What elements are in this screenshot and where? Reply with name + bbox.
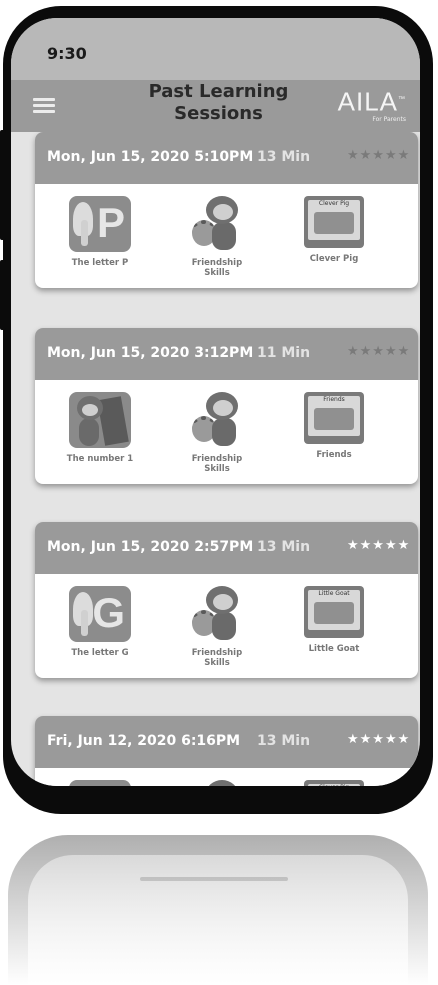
phone-side-button: [0, 130, 6, 240]
session-card[interactable]: Fri, Jun 12, 2020 6:16PM 13 Min ★★★★★ PThe …: [35, 716, 418, 786]
letter-glyph: P: [96, 199, 125, 246]
activity-label: Friendship Skills: [162, 258, 272, 278]
activity-item[interactable]: Clever Pig Clever Pig: [279, 196, 389, 264]
session-date: Mon, Jun 15, 2020 2:57PM: [47, 539, 254, 555]
letter-lesson-thumbnail: P: [69, 196, 131, 252]
activity-label: The letter P: [45, 258, 155, 268]
session-card[interactable]: Mon, Jun 15, 2020 3:12PM 11 Min ★★★★★ The n…: [35, 328, 418, 484]
activity-label: Friends: [279, 450, 389, 460]
page-title-line1: Past Learning: [148, 81, 289, 102]
activity-item[interactable]: Little Goat Little Goat: [279, 586, 389, 654]
session-duration: 11 Min: [257, 345, 311, 361]
activity-label-line1: The letter G: [71, 648, 129, 658]
phone-reflection: [8, 835, 428, 985]
activity-item[interactable]: Friends Friends: [279, 392, 389, 460]
activity-label-line1: Friends: [316, 450, 352, 460]
hamburger-menu-icon[interactable]: [33, 98, 55, 113]
session-card-header: Mon, Jun 15, 2020 5:10PM 13 Min ★★★★★: [35, 132, 418, 184]
activity-label-line1: Friendship: [191, 648, 243, 658]
book-cover-title: Clever Pig: [304, 784, 364, 786]
friendship-skills-thumbnail: [186, 586, 248, 642]
activity-label: Friendship Skills: [162, 454, 272, 474]
session-date: Mon, Jun 15, 2020 3:12PM: [47, 345, 254, 361]
brand-name: AILA: [337, 86, 398, 117]
activity-label-line1: The letter P: [71, 258, 129, 268]
friendship-skills-thumbnail: [186, 196, 248, 252]
app-screen: 9:30 Past Learning Sessions AILA™ For Pa…: [11, 18, 420, 786]
activity-label: The number 1: [45, 454, 155, 464]
activity-label-line1: The number 1: [66, 454, 134, 464]
session-card[interactable]: Mon, Jun 15, 2020 2:57PM 13 Min ★★★★★ G The …: [35, 522, 418, 678]
session-card-header: Fri, Jun 12, 2020 6:16PM 13 Min ★★★★★: [35, 716, 418, 768]
activity-item[interactable]: P The letter P: [45, 196, 155, 268]
activity-label: Clever Pig: [279, 254, 389, 264]
activity-item[interactable]: G The letter G: [45, 586, 155, 658]
session-duration: 13 Min: [257, 539, 311, 555]
friendship-skills-thumbnail: [186, 392, 248, 448]
activity-label-line1: Little Goat: [308, 644, 360, 654]
activity-item[interactable]: Clever PigClever Pig: [279, 780, 389, 786]
book-cover-thumbnail: Little Goat: [304, 586, 364, 638]
activity-label-line1: Friendship: [191, 454, 243, 464]
session-date: Mon, Jun 15, 2020 5:10PM: [47, 149, 254, 165]
star-rating-icon: ★★★★★: [347, 344, 411, 359]
book-cover-title: Little Goat: [318, 590, 350, 597]
activity-item[interactable]: FriendshipSkills: [162, 196, 272, 278]
number-lesson-thumbnail: [69, 392, 131, 448]
activity-item[interactable]: FriendshipSkills: [162, 780, 272, 786]
letter-lesson-thumbnail: G: [69, 586, 131, 642]
activity-item[interactable]: FriendshipSkills: [162, 392, 272, 474]
session-duration: 13 Min: [257, 149, 311, 165]
session-activities: G The letter G Friendship Skills Little Goat…: [35, 586, 418, 676]
activity-label-line1: Friendship: [191, 258, 243, 268]
activity-label-line2: Skills: [204, 268, 230, 278]
session-activities: The number 1 Friendship Skills Friends Frien…: [35, 392, 418, 482]
letter-lesson-thumbnail: P: [69, 780, 131, 786]
app-header: Past Learning Sessions AILA™ For Parents: [11, 80, 420, 132]
session-date: Fri, Jun 12, 2020 6:16PM: [47, 733, 241, 749]
activity-label-line1: Clever Pig: [309, 254, 359, 264]
book-cover-thumbnail: Clever Pig: [304, 780, 364, 786]
letter-glyph: P: [97, 782, 125, 786]
activity-label: Little Goat: [279, 644, 389, 654]
session-card[interactable]: Mon, Jun 15, 2020 5:10PM 13 Min ★★★★★ P The …: [35, 132, 418, 288]
activity-label-line2: Skills: [204, 658, 230, 668]
status-time: 9:30: [47, 44, 87, 63]
activity-label: Friendship Skills: [162, 648, 272, 668]
session-activities: PThe letter PFriendshipSkillsClever PigC…: [35, 196, 418, 286]
phone-side-button: [0, 260, 6, 330]
brand-trademark: ™: [398, 96, 406, 103]
activity-label-line2: Skills: [204, 464, 230, 474]
session-card-header: Mon, Jun 15, 2020 3:12PM 11 Min ★★★★★: [35, 328, 418, 380]
session-card-header: Mon, Jun 15, 2020 2:57PM 13 Min ★★★★★: [35, 522, 418, 574]
activity-label: The letter G: [45, 648, 155, 658]
star-rating-icon: ★★★★★: [347, 148, 411, 163]
session-activities: PThe letter P FriendshipSkills Clever PigC…: [35, 780, 418, 786]
brand-logo: AILA™ For Parents: [338, 86, 406, 124]
session-duration: 13 Min: [257, 733, 311, 749]
letter-glyph: G: [92, 589, 125, 636]
activity-item[interactable]: PThe letter P: [45, 780, 155, 786]
book-cover-thumbnail: Friends: [304, 392, 364, 444]
activity-item[interactable]: The number 1: [45, 392, 155, 464]
friendship-skills-thumbnail: [186, 780, 248, 786]
book-cover-title: Friends: [323, 396, 345, 403]
book-cover-title: Clever Pig: [318, 200, 350, 207]
activity-item[interactable]: FriendshipSkills: [162, 586, 272, 668]
star-rating-icon: ★★★★★: [347, 538, 411, 553]
star-rating-icon: ★★★★★: [347, 732, 411, 747]
sessions-list[interactable]: Mon, Jun 15, 2020 5:10PM 13 Min ★★★★★ P The …: [11, 132, 420, 786]
page-title: Past Learning Sessions: [111, 81, 326, 125]
brand-subtitle: For Parents: [372, 115, 406, 123]
page-title-line2: Sessions: [174, 103, 263, 124]
book-cover-thumbnail: Clever Pig: [304, 196, 364, 248]
